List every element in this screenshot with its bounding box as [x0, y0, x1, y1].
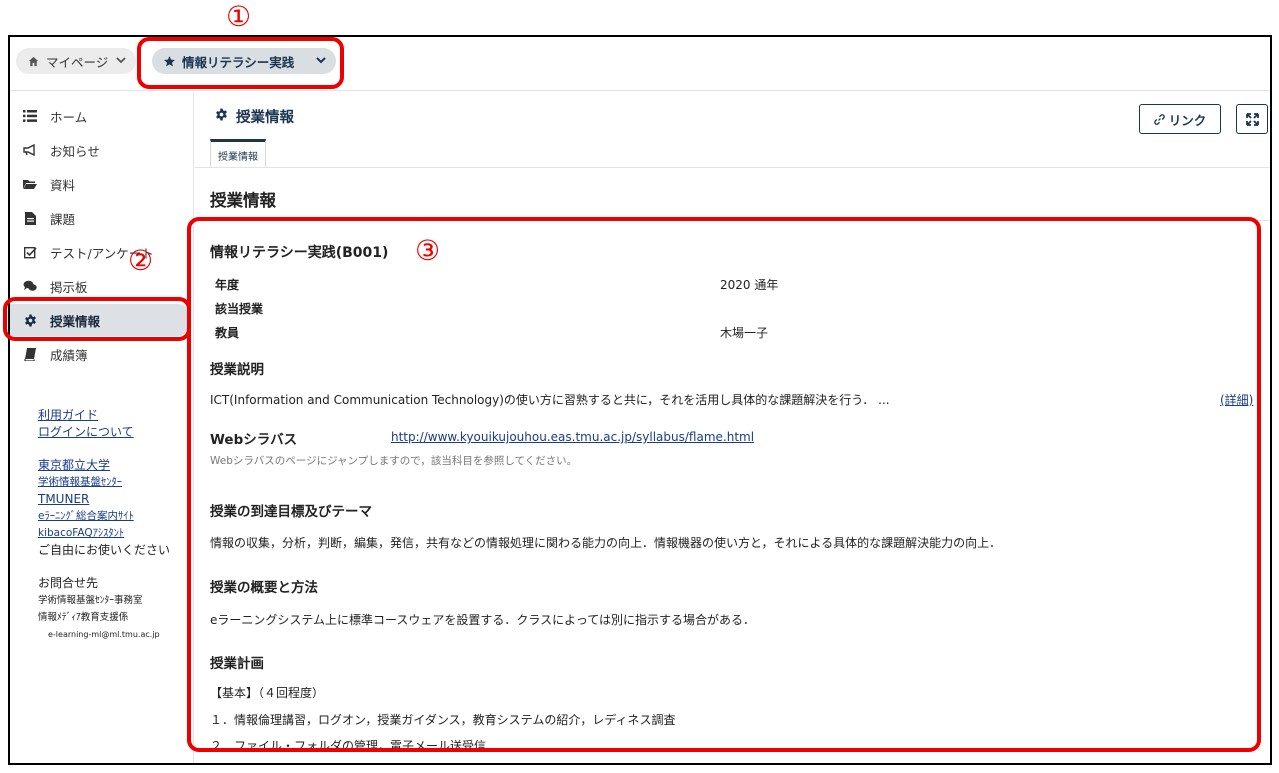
tmuner-link[interactable]: TMUNER [38, 491, 188, 508]
center-link[interactable]: 学術情報基盤ｾﾝﾀｰ [38, 474, 188, 491]
sidebar-links: 利用ガイド ログインについて 東京都立大学 学術情報基盤ｾﾝﾀｰ TMUNER … [38, 407, 188, 643]
sidebar-item-announcements[interactable]: お知らせ [10, 134, 188, 166]
annotation-box-2 [3, 297, 191, 341]
sidebar-item-home[interactable]: ホーム [10, 100, 188, 132]
annotation-box-3 [187, 217, 1261, 752]
megaphone-icon [10, 144, 50, 156]
contact-email: e-learning-ml@ml.tmu.ac.jp [48, 630, 160, 639]
university-link[interactable]: 東京都立大学 [38, 457, 188, 474]
sidebar-item-tests[interactable]: テスト/アンケート [10, 236, 188, 268]
page-title-text: 授業情報 [236, 110, 294, 126]
login-help-link[interactable]: ログインについて [38, 424, 188, 441]
free-use-text: ご自由にお使いください [38, 543, 171, 557]
sidebar-item-label: お知らせ [50, 143, 100, 159]
annotation-box-1 [137, 37, 344, 89]
sidebar-item-label: 掲示板 [50, 279, 88, 295]
sidebar-item-label: ホーム [50, 109, 88, 125]
link-button[interactable]: リンク [1139, 104, 1221, 134]
gear-icon [215, 108, 228, 125]
elearning-link[interactable]: eﾗｰﾆﾝｸﾞ総合案内ｻｲﾄ [38, 508, 188, 525]
sidebar-item-assignments[interactable]: 課題 [10, 202, 188, 234]
sidebar-item-label: 資料 [50, 177, 76, 193]
sidebar-item-gradebook[interactable]: 成績簿 [10, 338, 188, 370]
annotation-label-1: ① [226, 0, 252, 33]
sidebar-item-label: 成績簿 [50, 347, 88, 363]
sidebar-item-label: 課題 [50, 211, 76, 227]
tab-course-info[interactable]: 授業情報 [210, 139, 266, 168]
tab-divider [195, 167, 1270, 168]
comments-icon [10, 280, 50, 292]
kibaco-faq-link[interactable]: kibacoFAQｱｼｽﾀﾝﾄ [38, 525, 188, 542]
annotation-label-3: ③ [415, 234, 441, 267]
list-icon [10, 110, 50, 122]
chevron-down-icon [114, 52, 128, 68]
book-icon [10, 347, 50, 361]
sidebar-item-materials[interactable]: 資料 [10, 168, 188, 200]
guide-link[interactable]: 利用ガイド [38, 407, 188, 424]
folder-icon [10, 178, 50, 190]
expand-button[interactable] [1236, 104, 1268, 134]
home-icon [26, 56, 40, 67]
page-title: 授業情報 [215, 106, 294, 127]
sidebar: ホーム お知らせ 資料 課題 テスト/アンケート 掲示板 授業情報 成績簿 利用… [10, 92, 194, 763]
expand-icon [1245, 112, 1259, 126]
link-button-label: リンク [1168, 112, 1207, 128]
link-icon [1153, 113, 1165, 125]
checkbox-icon [10, 246, 50, 259]
file-icon [10, 211, 50, 225]
section-title: 授業情報 [210, 191, 276, 210]
annotation-label-2: ② [128, 244, 154, 277]
mypage-selector[interactable]: マイページ [16, 48, 136, 74]
contact-dept: 情報ﾒﾃﾞｨｱ教育支援係 [38, 612, 129, 623]
contact-title: お問合せ先 [38, 576, 99, 590]
mypage-label: マイページ [46, 54, 109, 70]
contact-office: 学術情報基盤ｾﾝﾀｰ事務室 [38, 595, 143, 606]
